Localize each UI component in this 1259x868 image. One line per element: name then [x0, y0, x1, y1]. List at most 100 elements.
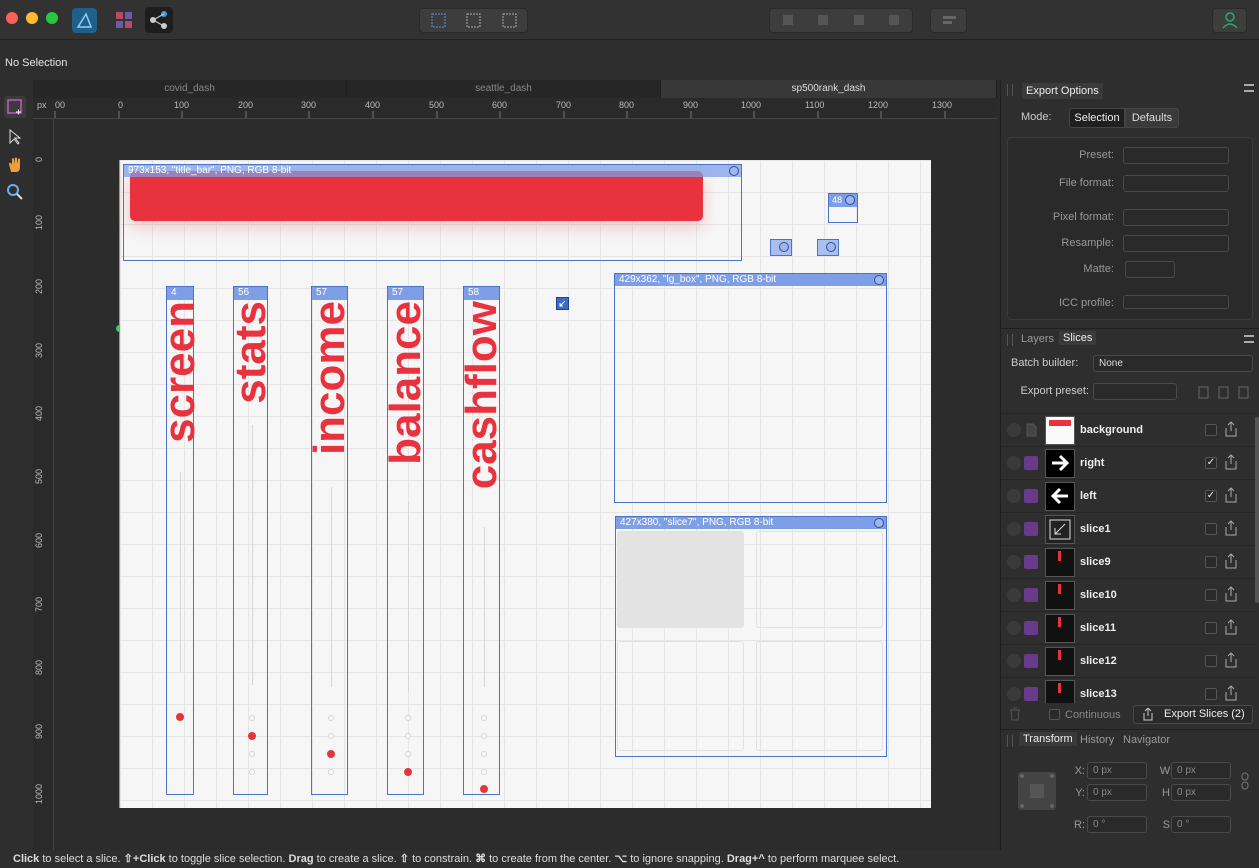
y-input[interactable]: 0 px [1087, 784, 1147, 801]
share-icon[interactable] [1225, 487, 1237, 503]
batch-builder-select[interactable]: None [1093, 355, 1253, 372]
export-checkbox[interactable]: ✓ [1205, 457, 1217, 469]
minimize-window-button[interactable] [26, 12, 38, 24]
panel-menu-icon[interactable] [1244, 335, 1254, 343]
link-icon[interactable] [1241, 772, 1249, 790]
export-checkbox[interactable] [1205, 523, 1217, 535]
slice-lg-box[interactable]: 429x362, "lg_box", PNG, RGB 8-bit [614, 273, 887, 503]
resample-select[interactable] [1123, 235, 1229, 252]
slice-tool-icon[interactable] [4, 96, 26, 118]
chevron-right-icon[interactable] [1007, 654, 1021, 668]
list-item[interactable]: slice13 [1001, 678, 1255, 703]
tab-history[interactable]: History [1080, 734, 1114, 746]
chevron-right-icon[interactable] [1007, 522, 1021, 536]
export-checkbox[interactable] [1205, 589, 1217, 601]
tab-covid-dash[interactable]: covid_dash [33, 80, 347, 98]
export-preset-select[interactable] [1093, 383, 1177, 400]
share-icon[interactable] [1225, 586, 1237, 602]
export-checkbox[interactable] [1205, 424, 1217, 436]
share-icon[interactable] [1225, 454, 1237, 470]
panel-menu-icon[interactable] [1244, 84, 1254, 92]
column-slice-income[interactable]: 57 income [305, 286, 354, 795]
slice-handle[interactable] [874, 518, 884, 528]
zoom-tool-icon[interactable] [4, 181, 26, 203]
list-item[interactable]: slice12 [1001, 645, 1255, 678]
column-slice-stats[interactable]: 56 stats [226, 286, 275, 795]
slice-handle[interactable] [779, 242, 789, 252]
tab-navigator[interactable]: Navigator [1123, 734, 1170, 746]
continuous-checkbox[interactable] [1049, 709, 1060, 720]
user-account-button[interactable] [1212, 8, 1247, 33]
export-persona-icon[interactable] [145, 7, 173, 33]
list-item[interactable]: slice9 [1001, 546, 1255, 579]
list-item[interactable]: slice10 [1001, 579, 1255, 612]
slice-handle[interactable] [826, 242, 836, 252]
icc-profile-select[interactable] [1123, 295, 1229, 309]
tab-seattle-dash[interactable]: seattle_dash [347, 80, 661, 98]
tab-layers[interactable]: Layers [1021, 333, 1054, 345]
export-checkbox[interactable] [1205, 688, 1217, 700]
slice-handle[interactable] [874, 275, 884, 285]
chevron-right-icon[interactable] [1007, 621, 1021, 635]
slice-right-arrow[interactable] [817, 239, 839, 256]
column-slice-balance[interactable]: 57 balance [381, 286, 430, 795]
close-window-button[interactable] [6, 12, 18, 24]
tab-slices[interactable]: Slices [1059, 331, 1097, 345]
list-item[interactable]: right ✓ [1001, 447, 1255, 480]
share-icon[interactable] [1225, 553, 1237, 569]
shear-input[interactable]: 0 ° [1171, 816, 1231, 833]
share-icon[interactable] [1225, 685, 1237, 701]
rotation-input[interactable]: 0 ° [1087, 816, 1147, 833]
pixel-format-select[interactable] [1123, 209, 1229, 226]
share-icon[interactable] [1225, 652, 1237, 668]
h-input[interactable]: 0 px [1171, 784, 1231, 801]
share-icon[interactable] [1225, 421, 1237, 437]
pixel-persona-icon[interactable] [113, 9, 135, 31]
slice-selection-tool-icon[interactable] [4, 126, 26, 148]
export-checkbox[interactable]: ✓ [1205, 490, 1217, 502]
anchor-point-selector[interactable] [1018, 772, 1056, 810]
export-checkbox[interactable] [1205, 622, 1217, 634]
slice-handle[interactable] [845, 195, 855, 205]
list-item[interactable]: slice1 [1001, 513, 1255, 546]
list-item[interactable]: left ✓ [1001, 480, 1255, 513]
list-item[interactable]: background [1001, 414, 1255, 447]
chevron-right-icon[interactable] [1007, 687, 1021, 701]
slice-slice7[interactable]: 427x380, "slice7", PNG, RGB 8-bit [615, 516, 887, 757]
list-item[interactable]: slice11 [1001, 612, 1255, 645]
export-checkbox[interactable] [1205, 655, 1217, 667]
designer-persona-icon[interactable] [72, 8, 97, 33]
tab-sp500rank-dash[interactable]: sp500rank_dash [661, 80, 997, 98]
x-input[interactable]: 0 px [1087, 762, 1147, 779]
panel-grip[interactable] [1007, 735, 1013, 747]
chevron-right-icon[interactable] [1007, 423, 1021, 437]
tab-transform[interactable]: Transform [1019, 732, 1077, 746]
file-format-select[interactable] [1123, 175, 1229, 192]
column-slice-cashflow[interactable]: 58 cashflow [457, 286, 506, 795]
preset-select[interactable] [1123, 147, 1229, 164]
slice-left-arrow[interactable] [770, 239, 792, 256]
slice-handle[interactable] [729, 166, 739, 176]
w-input[interactable]: 0 px [1171, 762, 1231, 779]
zoom-window-button[interactable] [46, 12, 58, 24]
hand-tool-icon[interactable] [4, 154, 26, 176]
matte-swatch[interactable] [1125, 261, 1175, 278]
mode-defaults-button[interactable]: Defaults [1125, 108, 1179, 128]
share-icon[interactable] [1225, 619, 1237, 635]
align-button[interactable] [930, 8, 967, 33]
column-slice-screen[interactable]: 4 screen [155, 286, 204, 795]
canvas-area[interactable]: 973x153, "title_bar", PNG, RGB 8-bit 48 … [54, 119, 997, 850]
artboard[interactable]: 973x153, "title_bar", PNG, RGB 8-bit 48 … [120, 160, 931, 808]
export-options-title[interactable]: Export Options [1022, 83, 1103, 99]
export-slices-button[interactable]: Export Slices (2) [1133, 705, 1253, 724]
chevron-right-icon[interactable] [1007, 489, 1021, 503]
panel-grip[interactable] [1007, 84, 1013, 96]
export-checkbox[interactable] [1205, 556, 1217, 568]
slice1-icon[interactable] [556, 297, 569, 310]
trash-icon[interactable] [1009, 707, 1021, 721]
panel-grip[interactable] [1007, 334, 1013, 346]
chevron-right-icon[interactable] [1007, 555, 1021, 569]
slice-title-bar[interactable]: 973x153, "title_bar", PNG, RGB 8-bit [123, 164, 742, 261]
share-icon[interactable] [1225, 520, 1237, 536]
slices-scrollbar[interactable] [1255, 417, 1259, 603]
